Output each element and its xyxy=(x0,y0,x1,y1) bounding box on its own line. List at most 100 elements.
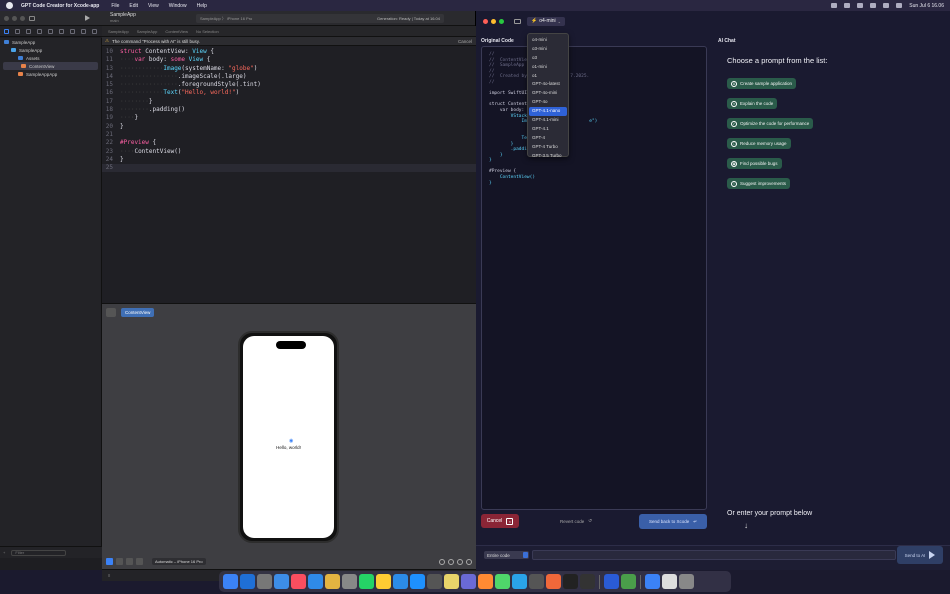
pin-preview-button[interactable] xyxy=(106,308,116,317)
dock-messages-icon[interactable] xyxy=(495,574,510,589)
dock-terminal-icon[interactable] xyxy=(580,574,595,589)
dock-safari-icon[interactable] xyxy=(308,574,323,589)
model-option[interactable]: GPT-4.1-mini xyxy=(529,116,567,125)
model-option[interactable]: GPT-3.5 Turbo xyxy=(529,152,567,161)
prompt-button[interactable]: A Create sample application xyxy=(727,78,797,89)
model-option[interactable]: GPT-4.1 xyxy=(529,125,567,134)
test-navigator-icon[interactable] xyxy=(59,28,64,34)
zoom-fit-icon[interactable] xyxy=(448,558,454,565)
dock-chatgpt-icon[interactable] xyxy=(563,574,578,589)
minimize-button[interactable] xyxy=(12,15,17,21)
model-option[interactable]: GPT-4o xyxy=(529,98,567,107)
model-selector[interactable]: ⚡ o4-mini ⌄ xyxy=(527,16,565,26)
model-option[interactable]: o1-mini xyxy=(529,63,567,72)
prompt-button[interactable]: ✓ Optimize the code for performance xyxy=(727,118,814,129)
code-line[interactable]: 22 #Preview { xyxy=(102,139,476,147)
model-option[interactable]: o3 xyxy=(529,54,567,63)
minimize-button[interactable] xyxy=(491,18,496,24)
model-option[interactable]: o4-mini xyxy=(529,36,567,45)
model-option[interactable]: GPT-4o-latest xyxy=(529,80,567,89)
dock-launchpad-icon[interactable] xyxy=(257,574,272,589)
dock-unity-icon[interactable] xyxy=(427,574,442,589)
scheme-selector[interactable]: SampleApp 〉 iPhone 16 Pro xyxy=(200,16,252,22)
menu-help[interactable]: Help xyxy=(197,3,207,9)
breadcrumb-file[interactable]: ContentView xyxy=(165,29,188,34)
sidebar-toggle-icon[interactable] xyxy=(29,15,35,21)
dock-trash-icon[interactable] xyxy=(679,574,694,589)
apple-menu-icon[interactable] xyxy=(6,2,13,9)
menu-clock[interactable]: Sun Jul 6 16.06 xyxy=(909,3,944,9)
breadcrumb-project[interactable]: SampleApp xyxy=(108,29,129,34)
code-line[interactable]: 14 ················.imageScale(.large) xyxy=(102,73,476,81)
zoom-button[interactable] xyxy=(20,15,25,21)
code-line[interactable]: 17 ········} xyxy=(102,98,476,106)
source-control-icon[interactable] xyxy=(15,28,20,34)
prompt-button[interactable]: □ Reduce memory usage xyxy=(727,138,791,149)
status-icon[interactable] xyxy=(831,3,838,8)
menu-view[interactable]: View xyxy=(148,3,159,9)
revert-code-button[interactable]: Revert code ↺ xyxy=(560,518,592,524)
original-code-view[interactable]: //// ContentView.swift// SampleApp//// C… xyxy=(481,46,707,510)
report-navigator-icon[interactable] xyxy=(92,28,97,34)
dock-sourcetree-icon[interactable] xyxy=(604,574,619,589)
dock-whatsapp-icon[interactable] xyxy=(359,574,374,589)
dock-downloads-icon[interactable] xyxy=(662,574,677,589)
menu-file[interactable]: File xyxy=(111,3,119,9)
breakpoint-navigator-icon[interactable] xyxy=(81,28,86,34)
breadcrumb-group[interactable]: SampleApp xyxy=(137,29,158,34)
code-line[interactable]: 19 ····} xyxy=(102,114,476,122)
zoom-100-icon[interactable] xyxy=(457,558,463,565)
code-line[interactable]: 25 xyxy=(102,164,476,173)
navigator-item[interactable]: SampleApp xyxy=(0,46,101,54)
navigator-item[interactable]: SampleApp xyxy=(0,38,101,46)
filter-input[interactable]: Filter xyxy=(11,549,67,556)
dock-sublime-icon[interactable] xyxy=(478,574,493,589)
variants-icon[interactable] xyxy=(126,558,133,565)
find-navigator-icon[interactable] xyxy=(37,28,42,34)
breadcrumb-symbol[interactable]: No Selection xyxy=(196,29,219,34)
menu-edit[interactable]: Edit xyxy=(129,3,138,9)
dock-xcode-icon[interactable] xyxy=(240,574,255,589)
dock-gpt-code-creator-icon[interactable] xyxy=(461,574,476,589)
project-navigator-icon[interactable] xyxy=(4,28,9,34)
run-icon[interactable] xyxy=(85,15,90,21)
dock-music-icon[interactable] xyxy=(291,574,306,589)
code-line[interactable]: 15 ················.foregroundStyle(.tint… xyxy=(102,81,476,89)
dock-files-icon[interactable] xyxy=(645,574,660,589)
send-to-ai-button[interactable]: Send to AI xyxy=(897,546,943,564)
model-option[interactable]: o3-mini xyxy=(529,45,567,54)
live-mode-icon[interactable] xyxy=(106,558,113,565)
navigator-item[interactable]: SampleAppApp xyxy=(0,70,101,78)
prompt-button[interactable]: ▣ Find possible bugs xyxy=(727,158,782,169)
app-menu[interactable]: GPT Code Creator for Xcode-app xyxy=(21,3,99,9)
close-button[interactable] xyxy=(4,15,9,21)
menu-window[interactable]: Window xyxy=(169,3,187,9)
code-line[interactable]: 20} xyxy=(102,123,476,131)
code-line[interactable]: 13 ············Image(systemName: "globe") xyxy=(102,65,476,73)
dock-telegram-icon[interactable] xyxy=(512,574,527,589)
dock-maps-icon[interactable] xyxy=(621,574,636,589)
dock-finder-icon[interactable] xyxy=(223,574,238,589)
close-button[interactable] xyxy=(483,18,488,24)
symbol-navigator-icon[interactable] xyxy=(26,28,31,34)
wifi-icon[interactable] xyxy=(870,3,877,8)
dock-swift-icon[interactable] xyxy=(546,574,561,589)
dock-appstore-icon[interactable] xyxy=(410,574,425,589)
code-line[interactable]: 10 struct ContentView: View { xyxy=(102,48,476,56)
dock-mail-icon[interactable] xyxy=(274,574,289,589)
dock-vscode-icon[interactable] xyxy=(393,574,408,589)
code-line[interactable]: 18 ········.padding() xyxy=(102,106,476,114)
navigator-item[interactable]: ContentView xyxy=(3,62,98,70)
selectable-mode-icon[interactable] xyxy=(116,558,123,565)
battery-icon[interactable] xyxy=(857,3,864,8)
code-line[interactable]: 16 ············Text("Hello, world!") xyxy=(102,89,476,97)
editor-mode-icon[interactable]: ≡ xyxy=(108,573,110,578)
issue-navigator-icon[interactable] xyxy=(48,28,53,34)
prompt-input[interactable] xyxy=(532,550,896,560)
dock-notes-icon[interactable] xyxy=(444,574,459,589)
device-selector[interactable]: Automatic – iPhone 16 Pro xyxy=(152,558,206,565)
cancel-button[interactable]: Cancel × xyxy=(481,514,519,528)
sidebar-toggle-icon[interactable] xyxy=(514,18,521,24)
debug-navigator-icon[interactable] xyxy=(70,28,75,34)
model-option[interactable]: GPT-4 xyxy=(529,134,567,143)
